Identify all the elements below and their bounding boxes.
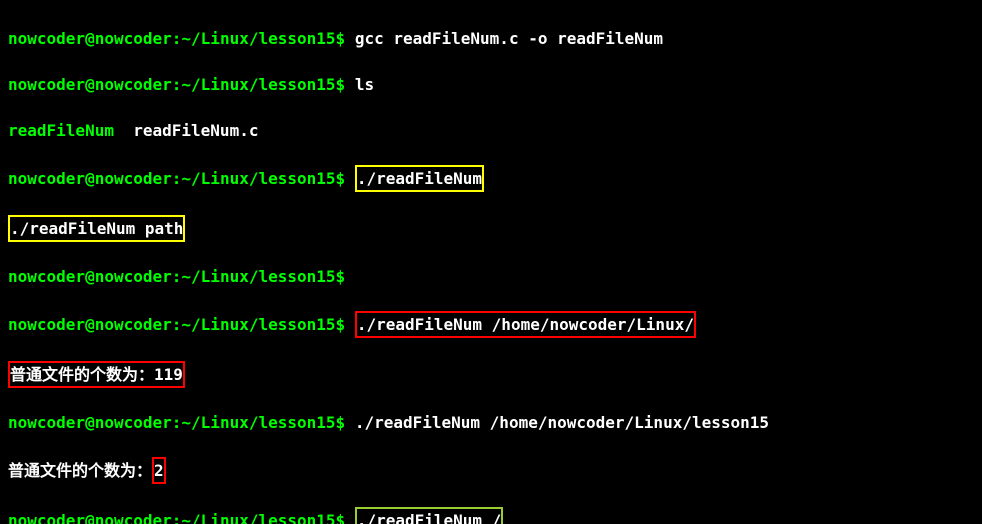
highlight-red: ./readFileNum /home/nowcoder/Linux/	[355, 311, 696, 338]
cmd-text: gcc readFileNum.c -o readFileNum	[355, 29, 663, 48]
line-empty: nowcoder@nowcoder:~/Linux/lesson15$	[8, 265, 974, 288]
line-cnt1: 普通文件的个数为：119	[8, 361, 974, 388]
line-rf1: nowcoder@nowcoder:~/Linux/lesson15$ ./re…	[8, 311, 974, 338]
cmd-text: ls	[355, 75, 374, 94]
highlight-red: 普通文件的个数为：119	[8, 361, 185, 388]
cnt-value: 119	[154, 365, 183, 384]
cnt-label: 普通文件的个数为：	[8, 461, 152, 480]
prompt: nowcoder@nowcoder:~/Linux/lesson15$	[8, 413, 345, 432]
cmd-text: ./readFileNum	[357, 169, 482, 188]
cnt-label: 普通文件的个数为：	[10, 365, 154, 384]
line-gcc: nowcoder@nowcoder:~/Linux/lesson15$ gcc …	[8, 27, 974, 50]
cmd-text: ./readFileNum /home/nowcoder/Linux/lesso…	[355, 413, 769, 432]
cmd-text: ./readFileNum /	[357, 511, 502, 524]
line-rf3: nowcoder@nowcoder:~/Linux/lesson15$ ./re…	[8, 507, 974, 524]
line-rf0: nowcoder@nowcoder:~/Linux/lesson15$ ./re…	[8, 165, 974, 192]
cmd-text: ./readFileNum /home/nowcoder/Linux/	[357, 315, 694, 334]
file-exec: readFileNum	[8, 121, 114, 140]
cnt-value: 2	[154, 461, 164, 480]
prompt: nowcoder@nowcoder:~/Linux/lesson15$	[8, 169, 345, 188]
highlight-olive: ./readFileNum /	[355, 507, 504, 524]
highlight-red: 2	[152, 457, 166, 484]
terminal[interactable]: nowcoder@nowcoder:~/Linux/lesson15$ gcc …	[0, 0, 982, 524]
line-ls1: nowcoder@nowcoder:~/Linux/lesson15$ ls	[8, 73, 974, 96]
prompt: nowcoder@nowcoder:~/Linux/lesson15$	[8, 267, 345, 286]
highlight-yellow: ./readFileNum path	[8, 215, 185, 242]
line-cnt2: 普通文件的个数为：2	[8, 457, 974, 484]
prompt: nowcoder@nowcoder:~/Linux/lesson15$	[8, 29, 345, 48]
line-usage: ./readFileNum path	[8, 215, 974, 242]
prompt: nowcoder@nowcoder:~/Linux/lesson15$	[8, 315, 345, 334]
file-src: readFileNum.c	[114, 121, 259, 140]
line-rf2: nowcoder@nowcoder:~/Linux/lesson15$ ./re…	[8, 411, 974, 434]
usage-text: ./readFileNum path	[10, 219, 183, 238]
prompt: nowcoder@nowcoder:~/Linux/lesson15$	[8, 75, 345, 94]
line-ls1-out: readFileNum readFileNum.c	[8, 119, 974, 142]
highlight-yellow: ./readFileNum	[355, 165, 484, 192]
prompt: nowcoder@nowcoder:~/Linux/lesson15$	[8, 511, 345, 524]
